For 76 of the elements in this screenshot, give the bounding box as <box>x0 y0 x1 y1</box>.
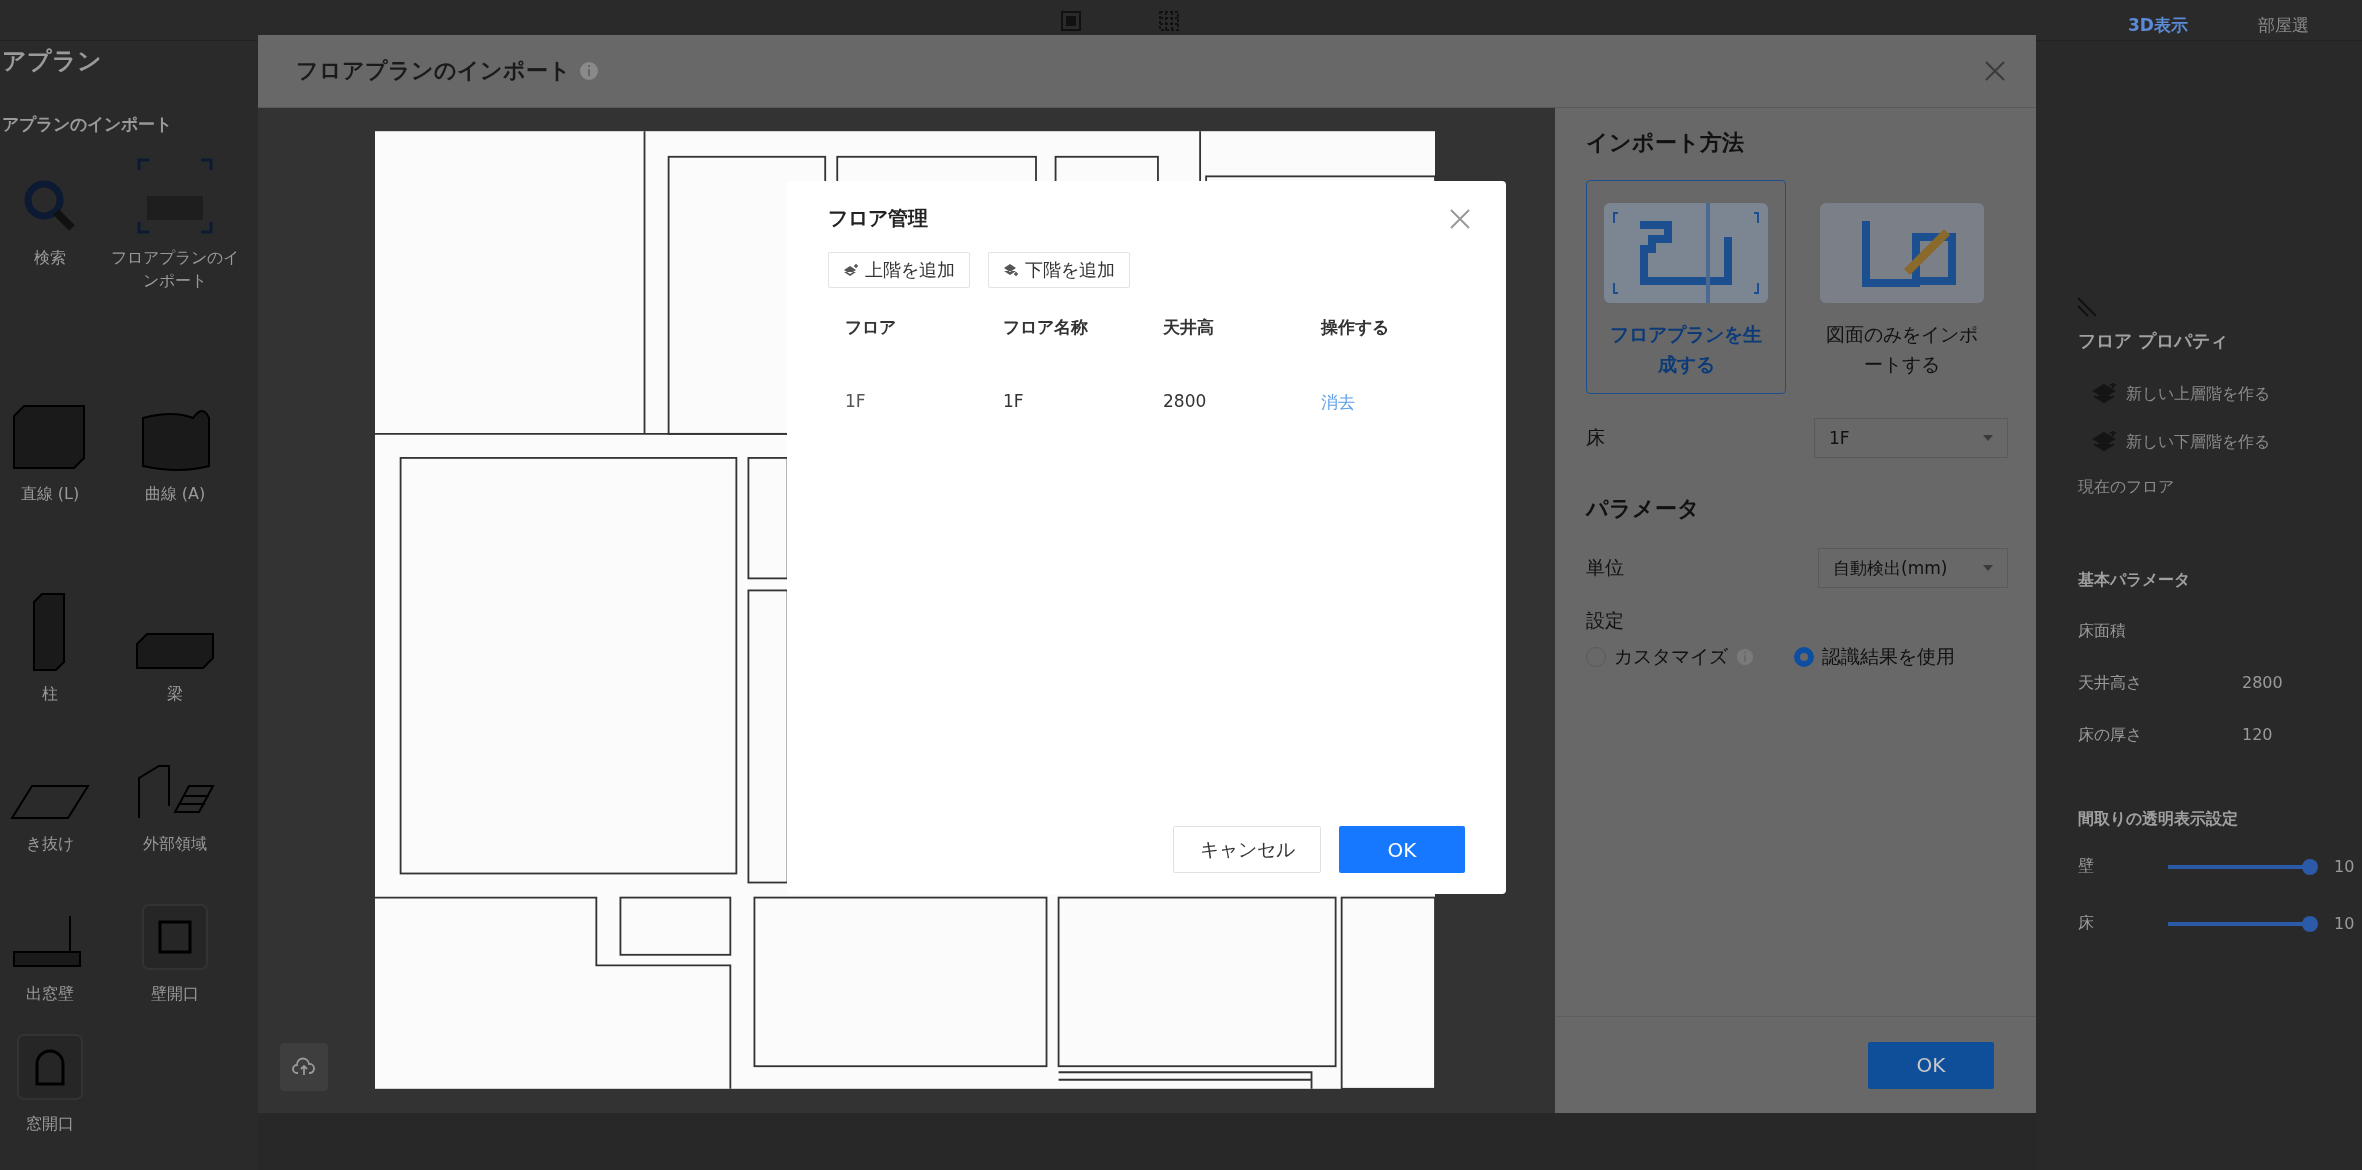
param-value: 120 <box>2242 725 2274 746</box>
beam-icon[interactable] <box>135 631 215 672</box>
tool-label: 出窓壁 <box>25 982 75 1005</box>
floor-select[interactable]: 1F <box>1814 418 2008 458</box>
floor-plan-scan-icon <box>1604 203 1768 303</box>
view-tab[interactable]: 部屋選 <box>2257 14 2309 37</box>
tool-label: 直線 (L) <box>19 482 81 505</box>
layers-plus-icon <box>843 263 859 277</box>
dialog-title: フロア管理 <box>828 205 928 232</box>
field-label: 床 <box>1586 425 1605 450</box>
slider-value: 10 <box>2334 914 2355 933</box>
tool-label: 外部領域 <box>142 832 208 855</box>
tool-label: 検索 <box>33 247 67 269</box>
section-title: インポート方法 <box>1586 129 1745 157</box>
slider-label: 壁 <box>2078 856 2095 877</box>
section-title: アプランのインポート <box>1 113 173 136</box>
column-header: 天井高 <box>1163 316 1215 339</box>
param-value: 2800 <box>2242 673 2284 694</box>
field-label: 単位 <box>1586 555 1624 580</box>
grid-icon[interactable] <box>1158 10 1180 32</box>
tool-label: 壁開口 <box>150 982 200 1005</box>
view-tab[interactable]: 3D表示 <box>2128 14 2188 37</box>
unit-select[interactable]: 自動検出(mm) <box>1818 548 2008 588</box>
table-cell-text: 1F <box>845 391 867 413</box>
sidebar-title: アプラン <box>1 46 103 77</box>
ok-button[interactable]: OK <box>1339 826 1465 873</box>
add-floor-button[interactable]: 下階を追加 <box>988 252 1130 288</box>
radio-button[interactable] <box>1794 647 1814 667</box>
param-label: 床面積 <box>2078 621 2126 642</box>
wall-opening-icon[interactable] <box>140 901 210 972</box>
tool-label: フロアプランのインポート <box>110 247 240 293</box>
caret-icon <box>1983 435 1993 441</box>
tool-label: 柱 <box>41 682 59 705</box>
upload-button[interactable] <box>280 1043 328 1091</box>
caret-icon <box>1983 565 1993 571</box>
info-icon <box>579 61 599 81</box>
arched-window-icon[interactable] <box>15 1031 85 1102</box>
slider-thumb[interactable] <box>2302 915 2318 932</box>
layers-plus-icon <box>1003 263 1019 277</box>
section-title: 間取りの透明表示設定 <box>2078 809 2239 830</box>
column-header: 操作する <box>1321 316 1390 339</box>
tool-label: 梁 <box>166 682 184 705</box>
slider-thumb[interactable] <box>2302 858 2318 875</box>
column-header: フロア <box>845 316 897 339</box>
field-label: 現在のフロア <box>2078 477 2175 498</box>
delete-link[interactable]: 消去 <box>1321 391 1471 414</box>
slider-value: 10 <box>2334 857 2355 876</box>
frame-icon[interactable] <box>1060 10 1082 32</box>
panel-action[interactable]: 新しい上層階を作る <box>2126 383 2270 405</box>
field-label: 設定 <box>1586 608 1625 633</box>
panel-action[interactable]: 新しい下層階を作る <box>2126 431 2270 453</box>
section-title: パラメータ <box>1586 495 1701 523</box>
column-header: フロア名称 <box>1003 316 1089 339</box>
radio-label[interactable]: 認識結果を使用 <box>1822 644 1955 670</box>
tool-label: 窓開口 <box>25 1112 75 1135</box>
cancel-button[interactable]: キャンセル <box>1173 826 1321 873</box>
slider-label: 床 <box>2078 913 2095 934</box>
param-label: 天井高さ <box>2078 673 2142 694</box>
panel-title: フロア プロパティ <box>2078 329 2230 353</box>
param-label: 床の厚さ <box>2078 725 2142 746</box>
floor-plan-pencil-icon <box>1820 203 1984 303</box>
tool-label: き抜け <box>25 832 75 855</box>
table-cell-text: 2800 <box>1163 391 1208 413</box>
add-floor-button[interactable]: 上階を追加 <box>828 252 970 288</box>
ok-button[interactable]: OK <box>1868 1041 1994 1089</box>
import-method-option[interactable]: 図面のみをインポートする <box>1802 180 2002 394</box>
import-image-icon[interactable] <box>135 156 215 236</box>
section-title: 基本パラメータ <box>2078 570 2191 591</box>
close-icon[interactable] <box>1450 208 1470 229</box>
tool-label: 曲線 (A) <box>143 482 207 505</box>
collapse-icon[interactable] <box>2076 296 2098 318</box>
dialog-title: フロアプランのインポート <box>296 57 571 85</box>
cloud-upload-icon <box>292 1057 316 1077</box>
table-cell-text: 1F <box>1003 391 1025 413</box>
close-icon[interactable] <box>1984 60 2006 82</box>
radio-label[interactable]: カスタマイズ <box>1614 644 1728 670</box>
